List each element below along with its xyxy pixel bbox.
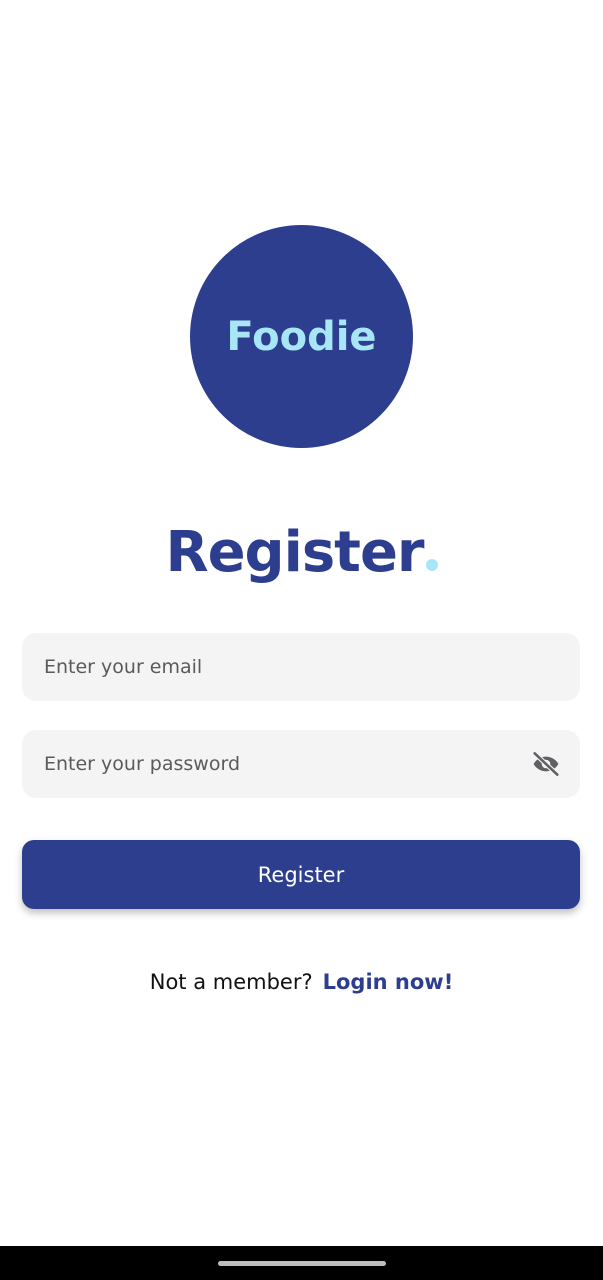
login-now-link[interactable]: Login now!: [323, 970, 454, 994]
app-logo: Foodie: [190, 225, 413, 448]
password-input[interactable]: [44, 753, 528, 775]
eye-off-icon[interactable]: [528, 746, 564, 782]
home-indicator[interactable]: [217, 1260, 386, 1266]
register-button[interactable]: Register: [22, 840, 580, 909]
app-logo-text: Foodie: [226, 313, 377, 360]
eye-off-icon-graphic: [532, 750, 560, 778]
email-field[interactable]: [22, 633, 580, 701]
not-member-text: Not a member?: [149, 970, 313, 994]
title-accent-dot: [425, 559, 438, 571]
email-input[interactable]: [44, 656, 558, 678]
register-screen: Foodie Register Register Not a member? Lo…: [0, 0, 603, 1280]
login-prompt-row: Not a member? Login now!: [0, 970, 603, 994]
system-nav-bar: [0, 1246, 603, 1280]
password-field[interactable]: [22, 730, 580, 798]
page-title: Register: [165, 520, 424, 585]
page-title-row: Register: [0, 520, 603, 585]
